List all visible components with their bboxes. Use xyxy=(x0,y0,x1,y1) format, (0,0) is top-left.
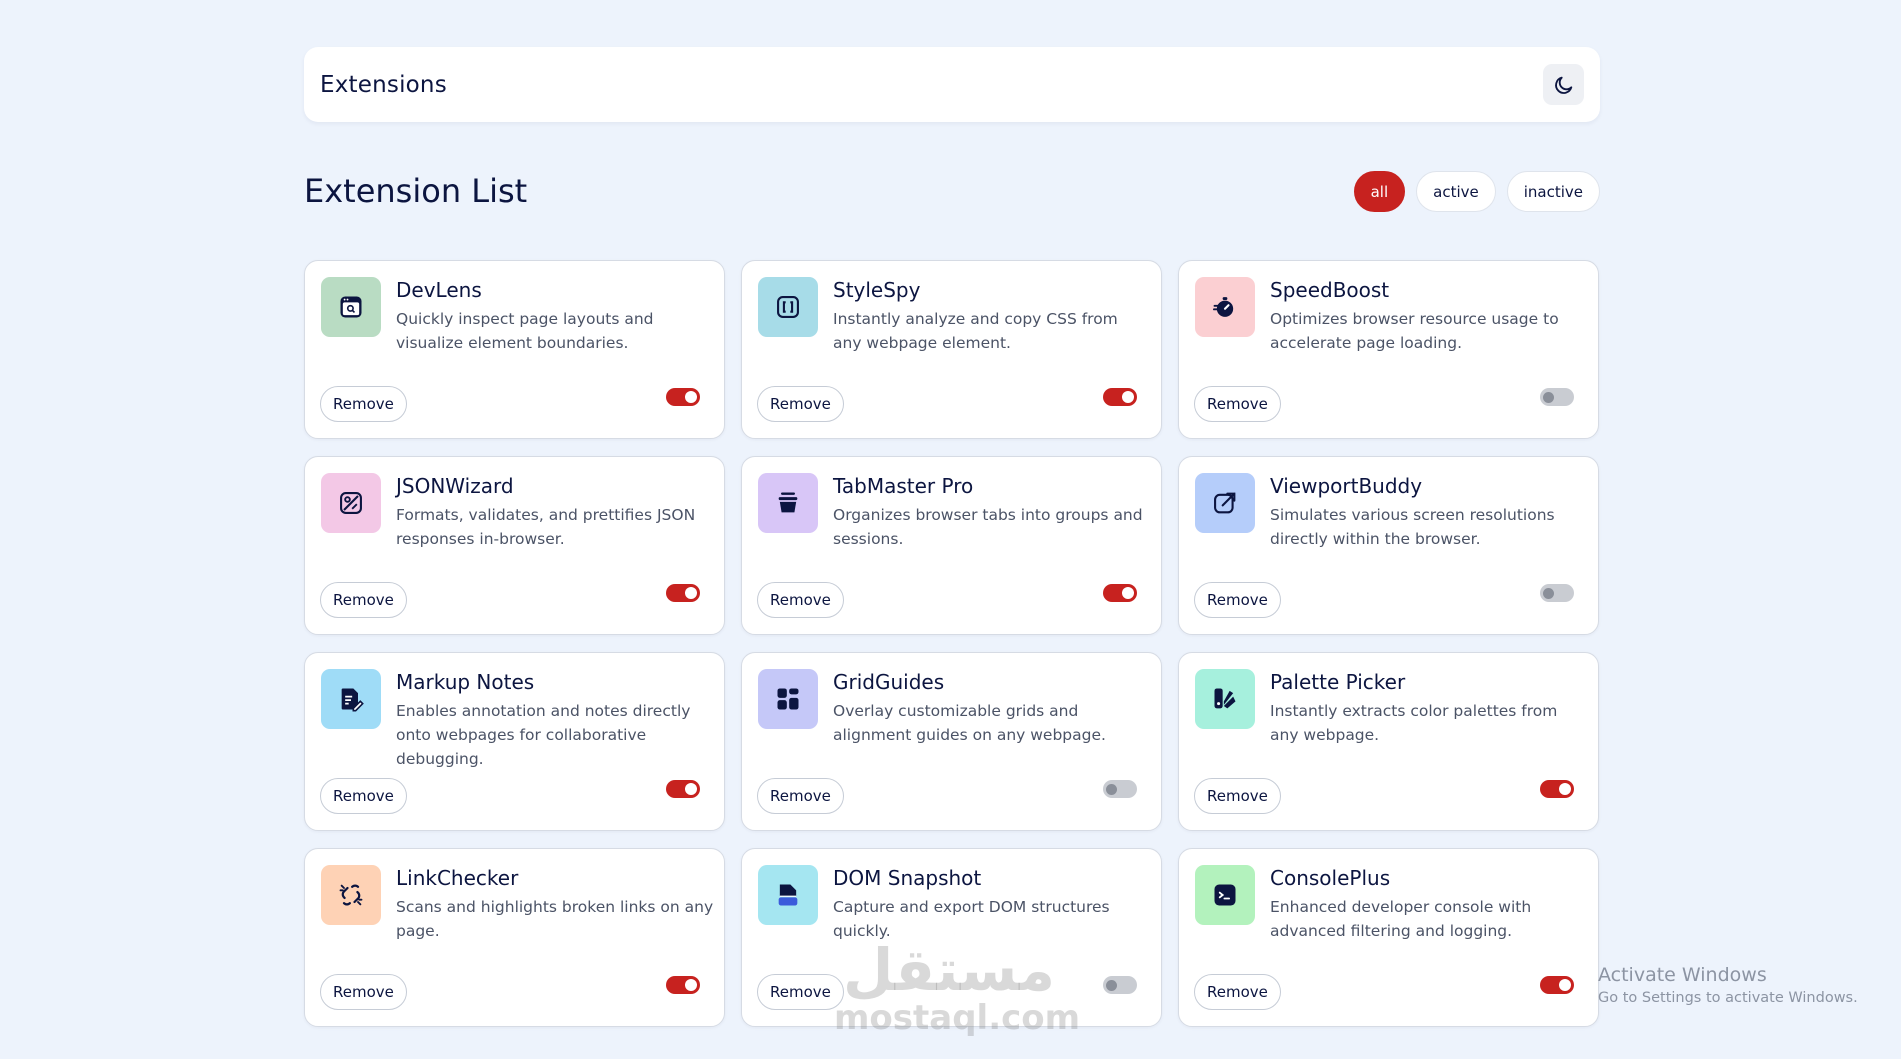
extension-name: TabMaster Pro xyxy=(833,474,974,498)
remove-button[interactable]: Remove xyxy=(757,778,844,814)
app-header: Extensions xyxy=(304,47,1600,122)
external-arrow-icon xyxy=(1214,492,1236,514)
magic-image-icon xyxy=(340,492,362,514)
extension-icon-tile xyxy=(321,277,381,337)
extension-name: Palette Picker xyxy=(1270,670,1406,694)
remove-button[interactable]: Remove xyxy=(1194,974,1281,1010)
extension-description: Optimizes browser resource usage to acce… xyxy=(1270,310,1559,352)
remove-button[interactable]: Remove xyxy=(757,974,844,1010)
extension-toggle[interactable] xyxy=(1103,976,1137,994)
extension-icon-tile xyxy=(321,669,381,729)
extension-card: SpeedBoost Optimizes browser resource us… xyxy=(1178,260,1599,439)
theme-toggle-button[interactable] xyxy=(1543,64,1584,105)
extension-toggle[interactable] xyxy=(1103,584,1137,602)
extension-icon-tile xyxy=(321,473,381,533)
browser-search-icon xyxy=(340,296,362,318)
site-watermark-arabic: مستقل xyxy=(842,936,1056,1004)
extension-icon-tile xyxy=(321,865,381,925)
activation-title: Activate Windows xyxy=(1598,964,1767,986)
app-title: Extensions xyxy=(320,71,447,98)
extension-name: LinkChecker xyxy=(396,866,519,890)
remove-button[interactable]: Remove xyxy=(757,386,844,422)
extension-card: ViewportBuddy Simulates various screen r… xyxy=(1178,456,1599,635)
extension-name: JSONWizard xyxy=(396,474,514,498)
extension-icon-tile xyxy=(1195,669,1255,729)
extension-toggle[interactable] xyxy=(1540,976,1574,994)
extension-name: DevLens xyxy=(396,278,482,302)
extension-description: Scans and highlights broken links on any… xyxy=(396,898,714,940)
extension-description: Instantly extracts color palettes from a… xyxy=(1270,702,1558,744)
box-stack-icon xyxy=(778,492,798,513)
extension-card: JSONWizard Formats, validates, and prett… xyxy=(304,456,725,635)
remove-button[interactable]: Remove xyxy=(320,386,407,422)
extension-toggle[interactable] xyxy=(666,780,700,798)
extension-description: Overlay customizable grids and alignment… xyxy=(833,702,1106,744)
filter-all-button[interactable]: all xyxy=(1353,171,1406,212)
extension-card: Palette Picker Instantly extracts color … xyxy=(1178,652,1599,831)
extension-icon-tile xyxy=(758,669,818,729)
remove-button[interactable]: Remove xyxy=(320,778,407,814)
extension-name: ConsolePlus xyxy=(1270,866,1391,890)
filter-active-button[interactable]: active xyxy=(1416,171,1496,212)
extension-description: Instantly analyze and copy CSS from any … xyxy=(833,310,1118,352)
remove-button[interactable]: Remove xyxy=(1194,582,1281,618)
extension-icon-tile xyxy=(1195,277,1255,337)
extension-icon-tile xyxy=(1195,473,1255,533)
remove-button[interactable]: Remove xyxy=(1194,778,1281,814)
remove-button[interactable]: Remove xyxy=(757,582,844,618)
extension-card: TabMaster Pro Organizes browser tabs int… xyxy=(741,456,1162,635)
extension-toggle[interactable] xyxy=(666,976,700,994)
extension-name: StyleSpy xyxy=(833,278,921,302)
remove-button[interactable]: Remove xyxy=(1194,386,1281,422)
extension-card: DevLens Quickly inspect page layouts and… xyxy=(304,260,725,439)
snapshot-icon xyxy=(778,884,798,906)
extension-name: ViewportBuddy xyxy=(1270,474,1423,498)
extension-grid: DevLens Quickly inspect page layouts and… xyxy=(304,260,1600,1027)
filter-inactive-button[interactable]: inactive xyxy=(1506,171,1600,212)
code-brackets-icon xyxy=(777,296,799,318)
filter-group: all active inactive xyxy=(1353,171,1600,212)
moon-icon xyxy=(1554,76,1572,94)
extension-icon-tile xyxy=(758,865,818,925)
extension-name: SpeedBoost xyxy=(1270,278,1390,302)
extension-name: DOM Snapshot xyxy=(833,866,982,890)
extension-name: GridGuides xyxy=(833,670,945,694)
extension-description: Enhanced developer console with advanced… xyxy=(1270,898,1532,940)
extension-card: Markup Notes Enables annotation and note… xyxy=(304,652,725,831)
grid-icon xyxy=(777,688,799,710)
activation-watermark: Activate Windows Go to Settings to activ… xyxy=(1598,964,1858,1006)
extension-icon-tile xyxy=(758,277,818,337)
stopwatch-icon xyxy=(1212,297,1234,317)
extension-toggle[interactable] xyxy=(666,584,700,602)
palette-icon xyxy=(1214,688,1236,709)
site-watermark-url: mostaql.com xyxy=(834,998,1081,1038)
extension-icon-tile xyxy=(758,473,818,533)
remove-button[interactable]: Remove xyxy=(320,582,407,618)
remove-button[interactable]: Remove xyxy=(320,974,407,1010)
broken-link-icon xyxy=(339,884,363,906)
extension-toggle[interactable] xyxy=(1103,780,1137,798)
site-watermark: مستقل mostaql.com xyxy=(834,936,1081,1040)
extension-card: ConsolePlus Enhanced developer console w… xyxy=(1178,848,1599,1027)
extension-toggle[interactable] xyxy=(666,388,700,406)
extension-description: Formats, validates, and prettifies JSON … xyxy=(396,506,696,548)
document-pen-icon xyxy=(341,688,364,712)
extension-description: Quickly inspect page layouts and visuali… xyxy=(396,310,654,352)
terminal-icon xyxy=(1214,884,1236,906)
extension-card: LinkChecker Scans and highlights broken … xyxy=(304,848,725,1027)
extension-name: Markup Notes xyxy=(396,670,535,694)
extension-card: GridGuides Overlay customizable grids an… xyxy=(741,652,1162,831)
extension-description: Organizes browser tabs into groups and s… xyxy=(833,506,1143,548)
extension-icon-tile xyxy=(1195,865,1255,925)
extension-description: Enables annotation and notes directly on… xyxy=(396,702,691,768)
extension-list-title: Extension List xyxy=(304,172,528,210)
extension-toggle[interactable] xyxy=(1540,388,1574,406)
activation-subtitle: Go to Settings to activate Windows. xyxy=(1598,990,1858,1006)
extension-description: Simulates various screen resolutions dir… xyxy=(1270,506,1555,548)
extension-toggle[interactable] xyxy=(1103,388,1137,406)
extension-toggle[interactable] xyxy=(1540,584,1574,602)
extension-card: StyleSpy Instantly analyze and copy CSS … xyxy=(741,260,1162,439)
extension-toggle[interactable] xyxy=(1540,780,1574,798)
